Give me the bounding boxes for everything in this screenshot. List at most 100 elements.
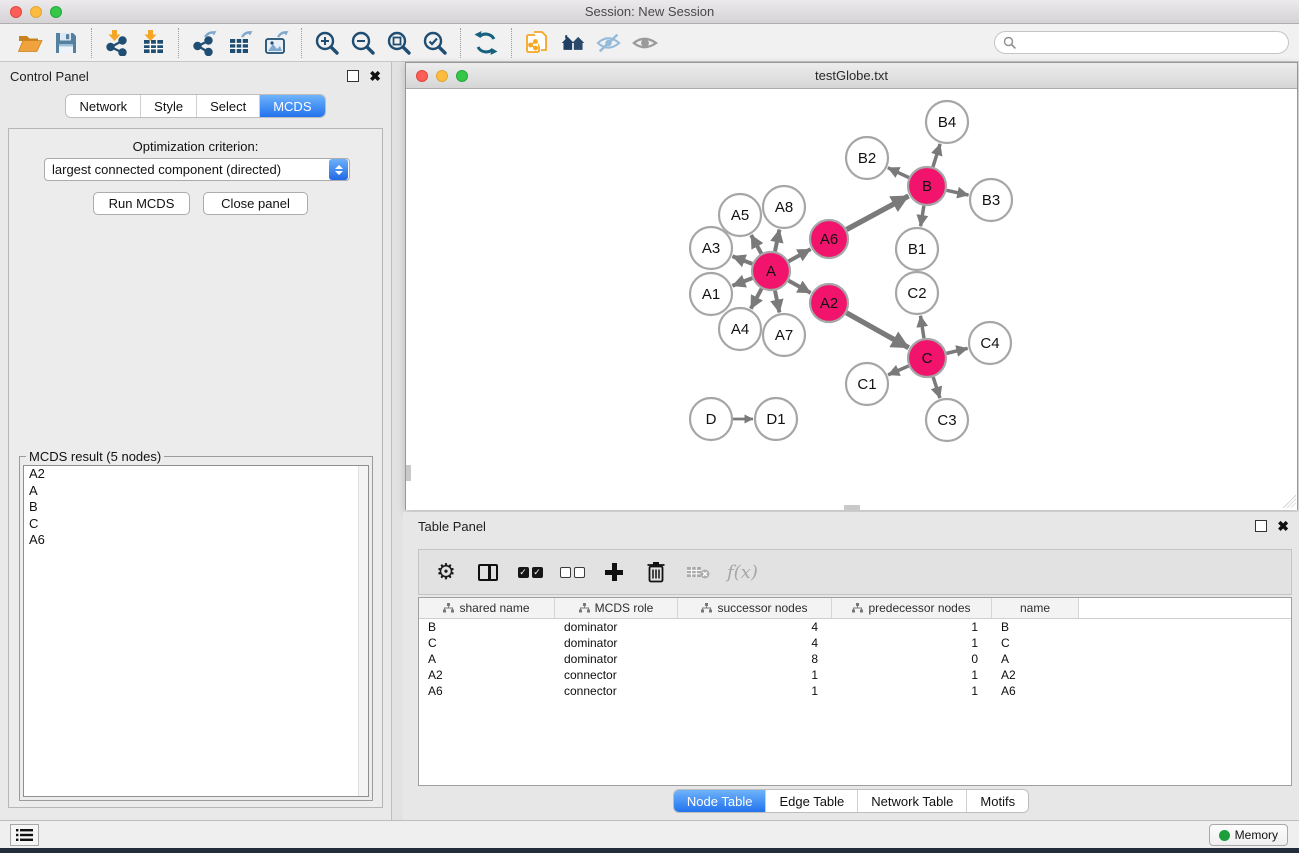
graph-edge-C-C1[interactable] <box>888 366 909 375</box>
cell-predecessor-nodes[interactable]: 1 <box>832 667 992 683</box>
cell-successor-nodes[interactable]: 4 <box>678 619 832 635</box>
memory-button[interactable]: Memory <box>1209 824 1288 846</box>
graph-edge-B-B2[interactable] <box>888 168 909 178</box>
network-zoom-button[interactable] <box>456 70 468 82</box>
graph-node-C4[interactable]: C4 <box>969 322 1011 364</box>
graph-edge-A-A6[interactable] <box>789 249 811 261</box>
mcds-result-list[interactable]: A2ABCA6 <box>23 465 369 797</box>
function-builder-button[interactable]: f(x) <box>727 557 758 587</box>
result-item-A[interactable]: A <box>24 483 368 500</box>
cell-successor-nodes[interactable]: 1 <box>678 683 832 699</box>
resize-grip-icon[interactable] <box>1283 495 1296 508</box>
column-header-name[interactable]: name <box>992 598 1079 618</box>
cell-name[interactable]: C <box>992 635 1079 651</box>
cell-shared-name[interactable]: A2 <box>419 667 555 683</box>
graph-node-A1[interactable]: A1 <box>690 273 732 315</box>
table-tab-node-table[interactable]: Node Table <box>674 790 767 812</box>
import-table-button[interactable] <box>135 27 171 59</box>
cell-name[interactable]: A2 <box>992 667 1079 683</box>
graph-node-C[interactable]: C <box>908 339 946 377</box>
import-network-button[interactable] <box>99 27 135 59</box>
graph-edge-A-A3[interactable] <box>732 256 752 264</box>
tab-style[interactable]: Style <box>141 95 197 117</box>
zoom-fit-button[interactable] <box>381 27 417 59</box>
graph-node-A5[interactable]: A5 <box>719 194 761 236</box>
table-row-C[interactable]: Cdominator41C <box>419 635 1291 651</box>
result-scrollbar[interactable] <box>358 466 368 796</box>
network-minimize-button[interactable] <box>436 70 448 82</box>
table-row-A[interactable]: Adominator80A <box>419 651 1291 667</box>
graph-edge-A-A5[interactable] <box>751 235 761 253</box>
graph-node-D[interactable]: D <box>690 398 732 440</box>
open-network-file-button[interactable] <box>519 27 555 59</box>
graph-edge-A-A8[interactable] <box>775 230 779 252</box>
run-mcds-button[interactable]: Run MCDS <box>93 192 190 215</box>
graph-edge-C-C4[interactable] <box>946 348 967 353</box>
graph-node-B[interactable]: B <box>908 167 946 205</box>
graph-edge-C-C2[interactable] <box>920 316 923 339</box>
cell-MCDS-role[interactable]: dominator <box>555 635 678 651</box>
hide-selected-button[interactable] <box>591 27 627 59</box>
home-button[interactable] <box>555 27 591 59</box>
cell-MCDS-role[interactable]: connector <box>555 667 678 683</box>
cell-name[interactable]: A6 <box>992 683 1079 699</box>
horizontal-scroll-thumb[interactable] <box>844 505 860 510</box>
add-column-button[interactable] <box>601 557 627 587</box>
cell-successor-nodes[interactable]: 8 <box>678 651 832 667</box>
tab-select[interactable]: Select <box>197 95 260 117</box>
graph-node-A4[interactable]: A4 <box>719 308 761 350</box>
table-row-A6[interactable]: A6connector11A6 <box>419 683 1291 699</box>
tab-mcds[interactable]: MCDS <box>260 95 324 117</box>
graph-node-D1[interactable]: D1 <box>755 398 797 440</box>
graph-edge-C-C3[interactable] <box>933 377 940 398</box>
column-header-predecessor-nodes[interactable]: predecessor nodes <box>832 598 992 618</box>
result-item-A6[interactable]: A6 <box>24 532 368 549</box>
cell-shared-name[interactable]: B <box>419 619 555 635</box>
graph-edge-B-B1[interactable] <box>921 206 924 227</box>
vertical-scroll-thumb[interactable] <box>406 465 411 481</box>
cell-predecessor-nodes[interactable]: 1 <box>832 619 992 635</box>
close-table-panel-button[interactable]: ✖ <box>1277 520 1289 532</box>
export-network-button[interactable] <box>186 27 222 59</box>
cell-predecessor-nodes[interactable]: 1 <box>832 635 992 651</box>
graph-edge-A-A2[interactable] <box>789 281 811 293</box>
show-hidden-button[interactable] <box>627 27 663 59</box>
graph-node-B3[interactable]: B3 <box>970 179 1012 221</box>
graph-node-A7[interactable]: A7 <box>763 314 805 356</box>
graph-node-B1[interactable]: B1 <box>896 228 938 270</box>
cell-predecessor-nodes[interactable]: 0 <box>832 651 992 667</box>
cell-name[interactable]: B <box>992 619 1079 635</box>
graph-node-A6[interactable]: A6 <box>810 220 848 258</box>
criterion-dropdown[interactable]: largest connected component (directed) <box>44 158 350 181</box>
tab-network[interactable]: Network <box>66 95 141 117</box>
graph-edge-B-B3[interactable] <box>947 190 969 195</box>
cell-shared-name[interactable]: C <box>419 635 555 651</box>
float-table-panel-button[interactable] <box>1255 520 1267 532</box>
network-close-button[interactable] <box>416 70 428 82</box>
cell-predecessor-nodes[interactable]: 1 <box>832 683 992 699</box>
column-header-MCDS-role[interactable]: MCDS role <box>555 598 678 618</box>
table-tab-network-table[interactable]: Network Table <box>858 790 967 812</box>
zoom-in-button[interactable] <box>309 27 345 59</box>
graph-edge-A2-C[interactable] <box>846 313 908 348</box>
table-row-B[interactable]: Bdominator41B <box>419 619 1291 635</box>
apply-layout-button[interactable] <box>468 27 504 59</box>
cell-MCDS-role[interactable]: dominator <box>555 651 678 667</box>
search-input[interactable] <box>1017 33 1288 52</box>
table-tab-motifs[interactable]: Motifs <box>967 790 1028 812</box>
graph-edge-A6-B[interactable] <box>847 196 909 229</box>
delete-column-button[interactable] <box>643 557 669 587</box>
zoom-selected-button[interactable] <box>417 27 453 59</box>
cell-name[interactable]: A <box>992 651 1079 667</box>
graph-node-B4[interactable]: B4 <box>926 101 968 143</box>
network-window-titlebar[interactable]: testGlobe.txt <box>406 63 1297 89</box>
select-all-columns-button[interactable]: ✓✓ <box>517 557 543 587</box>
graph-edge-A-A7[interactable] <box>775 291 779 313</box>
zoom-out-button[interactable] <box>345 27 381 59</box>
save-session-button[interactable] <box>48 27 84 59</box>
unselect-all-columns-button[interactable] <box>559 557 585 587</box>
result-item-C[interactable]: C <box>24 516 368 533</box>
zoom-window-button[interactable] <box>50 6 62 18</box>
graph-node-B2[interactable]: B2 <box>846 137 888 179</box>
column-header-shared-name[interactable]: shared name <box>419 598 555 618</box>
